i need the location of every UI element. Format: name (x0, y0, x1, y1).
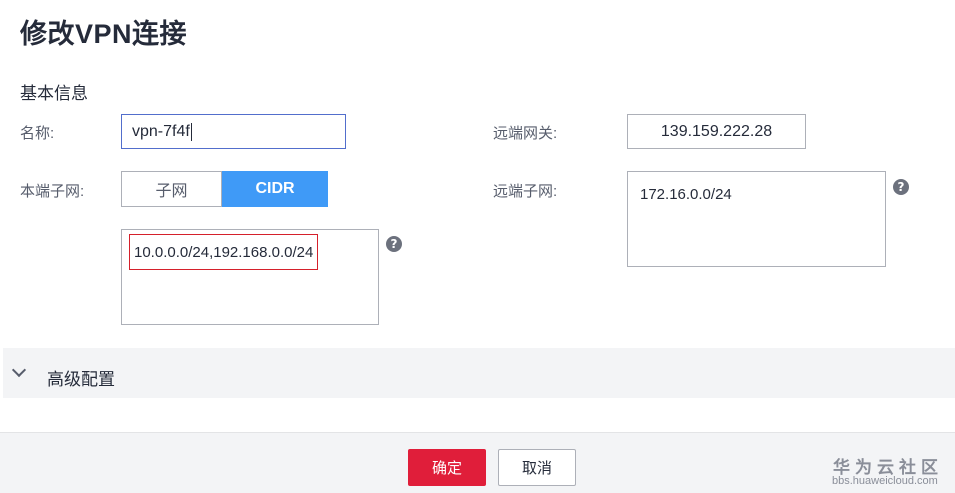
remote-gateway-input[interactable]: 139.159.222.28 (627, 114, 806, 149)
section-title-basic: 基本信息 (20, 84, 88, 103)
local-cidr-value: 10.0.0.0/24,192.168.0.0/24 (134, 243, 314, 261)
name-input-value: vpn-7f4f (132, 122, 190, 140)
help-icon-remote[interactable]: ? (893, 179, 909, 195)
page-title: 修改VPN连接 (20, 19, 188, 49)
advanced-config-toggle[interactable] (3, 348, 955, 398)
remote-subnet-textarea[interactable]: 172.16.0.0/24 (627, 171, 886, 267)
segment-subnet-button[interactable]: 子网 (121, 171, 222, 207)
advanced-config-label: 高级配置 (47, 370, 115, 389)
confirm-button[interactable]: 确定 (408, 449, 486, 486)
segment-cidr-button[interactable]: CIDR (222, 171, 328, 207)
local-subnet-label: 本端子网: (20, 183, 85, 200)
remote-gateway-label: 远端网关: (493, 125, 558, 142)
name-label: 名称: (20, 125, 55, 142)
name-input[interactable]: vpn-7f4f (121, 114, 346, 149)
remote-gateway-value: 139.159.222.28 (660, 122, 773, 140)
remote-subnet-label: 远端子网: (493, 183, 558, 200)
cancel-button[interactable]: 取消 (498, 449, 576, 486)
help-icon-local[interactable]: ? (386, 236, 402, 252)
remote-subnet-value: 172.16.0.0/24 (640, 186, 732, 203)
local-cidr-value-highlight: 10.0.0.0/24,192.168.0.0/24 (129, 234, 319, 270)
watermark-url: bbs.huaweicloud.com (832, 475, 938, 487)
text-caret (190, 122, 192, 141)
